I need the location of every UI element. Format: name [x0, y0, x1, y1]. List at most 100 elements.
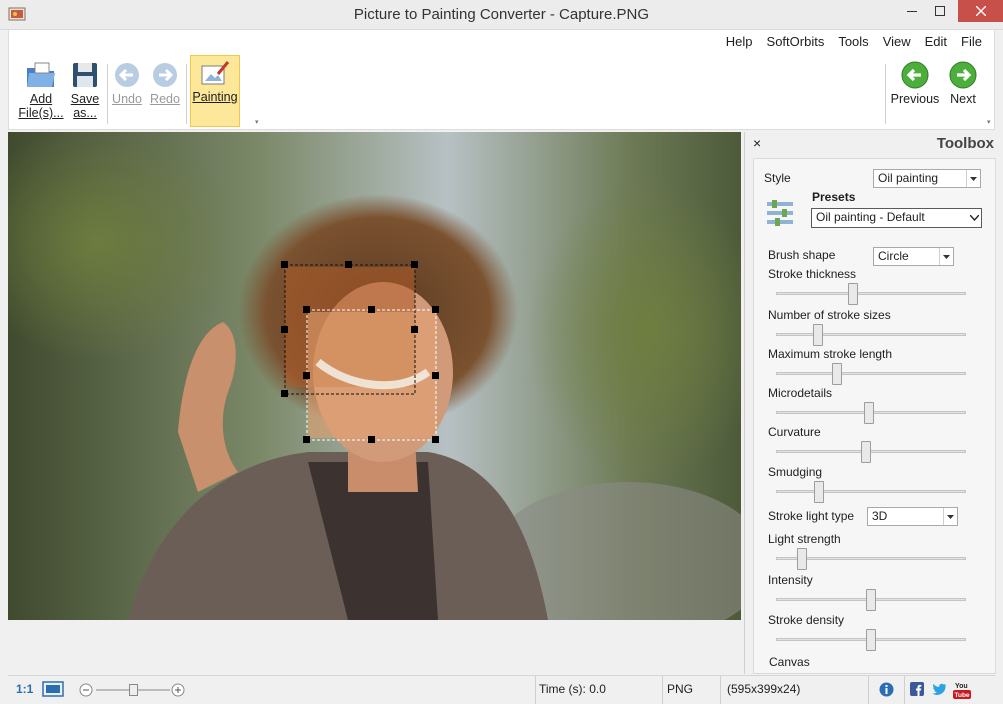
- arrow-left-icon: [901, 61, 929, 89]
- presets-label: Presets: [812, 190, 856, 204]
- undo-label: Undo: [112, 92, 142, 106]
- redo-button[interactable]: Redo: [147, 56, 183, 126]
- menu-softorbits[interactable]: SoftOrbits: [767, 34, 825, 49]
- stroke-density-slider[interactable]: [776, 629, 966, 651]
- slider-thumb[interactable]: [848, 283, 858, 305]
- painting-label: Painting: [192, 90, 238, 104]
- chevron-down-icon: [939, 248, 953, 265]
- curvature-slider[interactable]: [776, 441, 966, 463]
- stroke-sizes-label: Number of stroke sizes: [768, 308, 891, 322]
- minimize-button[interactable]: [897, 0, 927, 22]
- status-info-cell: [868, 676, 905, 704]
- chevron-down-icon: [943, 508, 957, 525]
- ribbon-expand-grip[interactable]: ▾: [255, 118, 259, 126]
- next-label: Next: [950, 92, 976, 106]
- close-icon: [975, 6, 986, 16]
- save-as-label: Save as...: [70, 92, 100, 120]
- next-button[interactable]: Next: [943, 56, 983, 126]
- save-as-button[interactable]: Save as...: [65, 56, 105, 126]
- redo-icon: [153, 63, 177, 87]
- slider-thumb[interactable]: [814, 481, 824, 503]
- smudging-slider[interactable]: [776, 481, 966, 503]
- stroke-thickness-slider[interactable]: [776, 283, 966, 305]
- stroke-light-type-label: Stroke light type: [768, 509, 855, 523]
- max-stroke-length-label: Maximum stroke length: [768, 347, 893, 361]
- preset-select[interactable]: Oil painting - Default: [811, 208, 982, 228]
- chevron-down-icon: [967, 209, 981, 226]
- arrow-right-icon: [949, 61, 977, 89]
- close-button[interactable]: [958, 0, 1003, 22]
- toolbox-settings: Style Oil painting Presets Oil painting …: [753, 158, 996, 674]
- stroke-light-type-value: 3D: [872, 509, 888, 523]
- style-value: Oil painting: [878, 171, 939, 185]
- intensity-slider[interactable]: [776, 589, 966, 611]
- slider-thumb[interactable]: [866, 629, 876, 651]
- slider-thumb[interactable]: [866, 589, 876, 611]
- status-format: PNG: [667, 682, 694, 696]
- menu-edit[interactable]: Edit: [925, 34, 947, 49]
- curvature-label: Curvature: [768, 425, 821, 439]
- redo-label: Redo: [150, 92, 180, 106]
- zoom-slider-thumb[interactable]: [129, 684, 138, 696]
- status-bar: 1:1 Time (s): 0.0 PNG (595x399x24) You T…: [8, 675, 995, 704]
- menu-help[interactable]: Help: [726, 34, 753, 49]
- zoom-slider[interactable]: [78, 681, 188, 699]
- svg-text:You: You: [955, 683, 968, 690]
- svg-text:Tube: Tube: [955, 692, 970, 699]
- twitter-icon[interactable]: [932, 682, 947, 696]
- menu-tools[interactable]: Tools: [838, 34, 868, 49]
- photo-preview: [8, 132, 741, 620]
- stroke-density-label: Stroke density: [768, 613, 845, 627]
- style-label: Style: [764, 171, 791, 185]
- ribbon-toolbar: Help SoftOrbits Tools View Edit File Add…: [8, 30, 995, 130]
- toolbar-separator: [107, 64, 108, 124]
- slider-thumb[interactable]: [861, 441, 871, 463]
- menu-view[interactable]: View: [883, 34, 911, 49]
- microdetails-slider[interactable]: [776, 402, 966, 424]
- previous-label: Previous: [890, 92, 940, 106]
- slider-thumb[interactable]: [864, 402, 874, 424]
- toolbar-separator: [186, 64, 187, 124]
- image-viewport[interactable]: [8, 130, 741, 674]
- fit-to-window-icon[interactable]: [42, 681, 64, 697]
- info-icon[interactable]: [879, 682, 894, 697]
- light-strength-slider[interactable]: [776, 548, 966, 570]
- status-dimensions-cell: (595x399x24): [720, 676, 868, 704]
- stroke-sizes-slider[interactable]: [776, 324, 966, 346]
- smudging-label: Smudging: [768, 465, 823, 479]
- save-icon: [73, 63, 97, 87]
- toolbox-panel: × Toolbox Style Oil painting Presets Oil…: [744, 132, 996, 674]
- slider-thumb[interactable]: [832, 363, 842, 385]
- facebook-icon[interactable]: [910, 682, 924, 696]
- brush-shape-select[interactable]: Circle: [873, 247, 954, 266]
- menu-file[interactable]: File: [961, 34, 982, 49]
- ribbon-expand-grip[interactable]: ▾: [987, 118, 991, 126]
- max-stroke-length-slider[interactable]: [776, 363, 966, 385]
- brush-shape-value: Circle: [878, 249, 909, 263]
- add-files-button[interactable]: Add File(s)...: [17, 56, 65, 126]
- window-title: Picture to Painting Converter - Capture.…: [353, 6, 650, 23]
- status-time: Time (s): 0.0: [539, 682, 606, 696]
- toolbox-header: × Toolbox: [745, 132, 996, 156]
- style-select[interactable]: Oil painting: [873, 169, 981, 188]
- painting-button[interactable]: Painting: [190, 55, 240, 127]
- status-dimensions: (595x399x24): [727, 682, 801, 696]
- youtube-icon[interactable]: You Tube: [953, 680, 971, 699]
- maximize-button[interactable]: [925, 0, 955, 22]
- slider-thumb[interactable]: [813, 324, 823, 346]
- chevron-down-icon: [966, 170, 980, 187]
- toolbox-close-button[interactable]: ×: [753, 135, 761, 151]
- painting-icon: [201, 61, 230, 85]
- previous-button[interactable]: Previous: [889, 56, 941, 126]
- actual-size-button[interactable]: 1:1: [16, 682, 33, 696]
- slider-thumb[interactable]: [797, 548, 807, 570]
- presets-icon: [767, 200, 793, 226]
- minimize-icon: [907, 11, 917, 12]
- status-format-cell: PNG: [662, 676, 720, 704]
- undo-icon: [115, 63, 139, 87]
- status-time-cell: Time (s): 0.0: [535, 676, 662, 704]
- stroke-light-type-select[interactable]: 3D: [867, 507, 958, 526]
- undo-button[interactable]: Undo: [109, 56, 145, 126]
- youtube-logo: You Tube: [953, 683, 971, 699]
- title-bar: Picture to Painting Converter - Capture.…: [0, 0, 1003, 30]
